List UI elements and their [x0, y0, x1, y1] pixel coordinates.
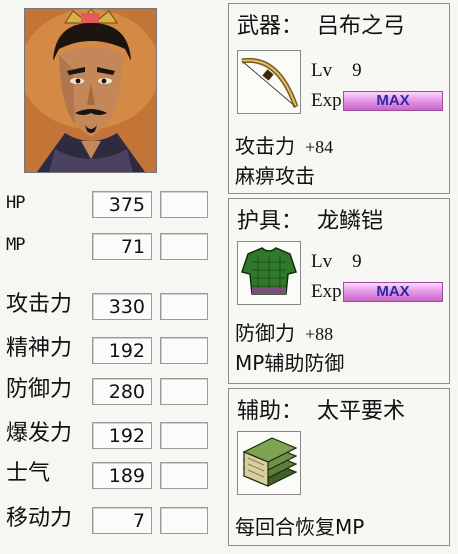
stat-extra-box: [160, 191, 208, 218]
stat-extra-box: [160, 337, 208, 364]
stat-value-morale: 189: [92, 462, 152, 489]
stat-extra-box: [160, 233, 208, 260]
stat-label-defense: 防御力: [6, 377, 73, 402]
weapon-exp-bar: MAX: [343, 91, 443, 111]
weapon-slot-label: 武器：: [237, 14, 304, 39]
weapon-effect: 麻痹攻击: [235, 164, 315, 188]
armor-item-slot[interactable]: [237, 241, 301, 305]
stat-extra-box: [160, 378, 208, 405]
accessory-effect: 每回合恢复MP: [235, 515, 365, 539]
stat-extra-box: [160, 422, 208, 449]
armor-title: 护具： 龙鳞铠: [237, 203, 383, 235]
stat-label-attack: 攻击力: [6, 292, 73, 317]
stat-label-burst: 爆发力: [6, 421, 73, 446]
armor-name: 龙鳞铠: [317, 209, 384, 234]
accessory-panel[interactable]: 辅助： 太平要术 每回合恢复MP: [228, 388, 450, 546]
weapon-item-slot[interactable]: [237, 50, 301, 114]
weapon-title: 武器： 吕布之弓: [237, 8, 405, 40]
stat-label-hp: HP: [6, 193, 25, 213]
stat-extra-box: [160, 507, 208, 534]
stat-extra-box: [160, 462, 208, 489]
stat-label-morale: 士气: [6, 461, 51, 486]
armor-stat-value: +88: [305, 324, 334, 344]
general-face-image: [25, 9, 156, 172]
weapon-level: Lv 9: [311, 60, 362, 82]
armor-lv-value: 9: [352, 251, 362, 272]
armor-level: Lv 9: [311, 251, 362, 273]
accessory-slot-label: 辅助：: [237, 399, 304, 424]
weapon-stat: 攻击力 +84: [235, 130, 333, 159]
weapon-panel[interactable]: 武器： 吕布之弓 Lv 9 Exp MAX 攻击力 +84 麻痹攻击: [228, 3, 450, 194]
weapon-exp-label: Exp: [311, 90, 342, 111]
stat-value-spirit: 192: [92, 337, 152, 364]
armor-stat-label: 防御力: [235, 321, 295, 345]
stat-value-hp: 375: [92, 191, 152, 218]
armor-exp-bar: MAX: [343, 282, 443, 302]
armor-lv-label: Lv: [311, 251, 333, 272]
book-icon: [242, 437, 298, 487]
stat-label-mp: MP: [6, 235, 25, 255]
armor-exp-label: Exp: [311, 281, 342, 302]
accessory-item-slot[interactable]: [237, 431, 301, 495]
stat-value-defense: 280: [92, 378, 152, 405]
weapon-stat-value: +84: [305, 137, 334, 157]
armor-stat: 防御力 +88: [235, 317, 333, 346]
armor-slot-label: 护具：: [237, 209, 304, 234]
weapon-lv-label: Lv: [311, 60, 333, 81]
stat-label-spirit: 精神力: [6, 336, 73, 361]
stat-value-mp: 71: [92, 233, 152, 260]
stat-extra-box: [160, 293, 208, 320]
armor-panel[interactable]: 护具： 龙鳞铠 Lv 9 Exp MAX 防御力 +88 MP辅助防御: [228, 198, 450, 384]
bow-icon: [241, 57, 299, 108]
accessory-title: 辅助： 太平要术: [237, 393, 405, 425]
weapon-stat-label: 攻击力: [235, 134, 295, 158]
stat-value-move: 7: [92, 507, 152, 534]
accessory-name: 太平要术: [317, 399, 406, 424]
armor-effect: MP辅助防御: [235, 351, 345, 375]
character-portrait: [24, 8, 157, 173]
armor-icon: [241, 247, 297, 295]
stat-label-move: 移动力: [6, 506, 73, 531]
weapon-name: 吕布之弓: [317, 14, 406, 39]
stat-value-burst: 192: [92, 422, 152, 449]
weapon-lv-value: 9: [352, 60, 362, 81]
stat-value-attack: 330: [92, 293, 152, 320]
